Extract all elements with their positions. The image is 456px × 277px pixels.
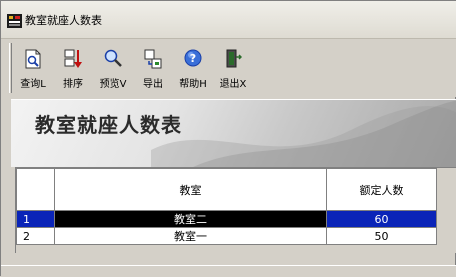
capacity-cell[interactable]: 50 <box>326 227 437 245</box>
row-index[interactable]: 2 <box>16 227 55 245</box>
table-row[interactable]: 2 教室一 50 <box>16 227 437 245</box>
export-button[interactable]: 导出 <box>136 43 170 93</box>
preview-button[interactable]: 预览V <box>96 43 130 93</box>
grid-header-row: 教室 额定人数 <box>16 168 437 211</box>
help-button[interactable]: ? 帮助H <box>176 43 210 93</box>
room-cell[interactable]: 教室二 <box>54 210 327 228</box>
export-icon <box>144 49 162 69</box>
banner-title: 教室就座人数表 <box>35 113 182 137</box>
data-grid[interactable]: 教室 额定人数 1 教室二 60 2 教室一 50 <box>15 167 456 253</box>
help-icon: ? <box>184 49 202 67</box>
table-row[interactable]: 1 教室二 60 <box>16 210 437 228</box>
bottom-edge <box>1 265 456 277</box>
help-label: 帮助H <box>179 79 207 90</box>
column-header-room[interactable]: 教室 <box>54 168 327 211</box>
exit-label: 退出X <box>219 79 247 90</box>
title-bar[interactable]: 教室就座人数表 <box>1 1 456 39</box>
svg-text:?: ? <box>190 52 196 65</box>
sort-button[interactable]: 排序 <box>56 43 90 93</box>
exit-button[interactable]: 退出X <box>216 43 250 93</box>
window-title: 教室就座人数表 <box>25 14 102 27</box>
row-index[interactable]: 1 <box>16 210 55 228</box>
exit-door-icon <box>226 49 242 68</box>
preview-label: 预览V <box>99 79 127 90</box>
capacity-cell[interactable]: 60 <box>326 210 437 228</box>
app-window: 教室就座人数表 查询L 排序 预览V 导出 ? 帮助H 退出X 教室就座人数表 … <box>0 0 456 277</box>
sort-label: 排序 <box>63 79 83 90</box>
query-button[interactable]: 查询L <box>16 43 50 93</box>
query-document-icon <box>25 49 41 69</box>
sort-icon <box>64 49 82 68</box>
column-header-capacity[interactable]: 额定人数 <box>326 168 437 211</box>
preview-magnifier-icon <box>104 49 122 67</box>
query-label: 查询L <box>20 79 46 90</box>
banner-wave-decoration <box>151 100 456 167</box>
export-label: 导出 <box>143 79 163 90</box>
room-cell[interactable]: 教室一 <box>54 227 327 245</box>
column-header-index[interactable] <box>16 168 55 211</box>
app-icon <box>7 14 22 28</box>
report-banner: 教室就座人数表 <box>11 99 456 167</box>
toolbar-grip[interactable] <box>9 43 12 93</box>
